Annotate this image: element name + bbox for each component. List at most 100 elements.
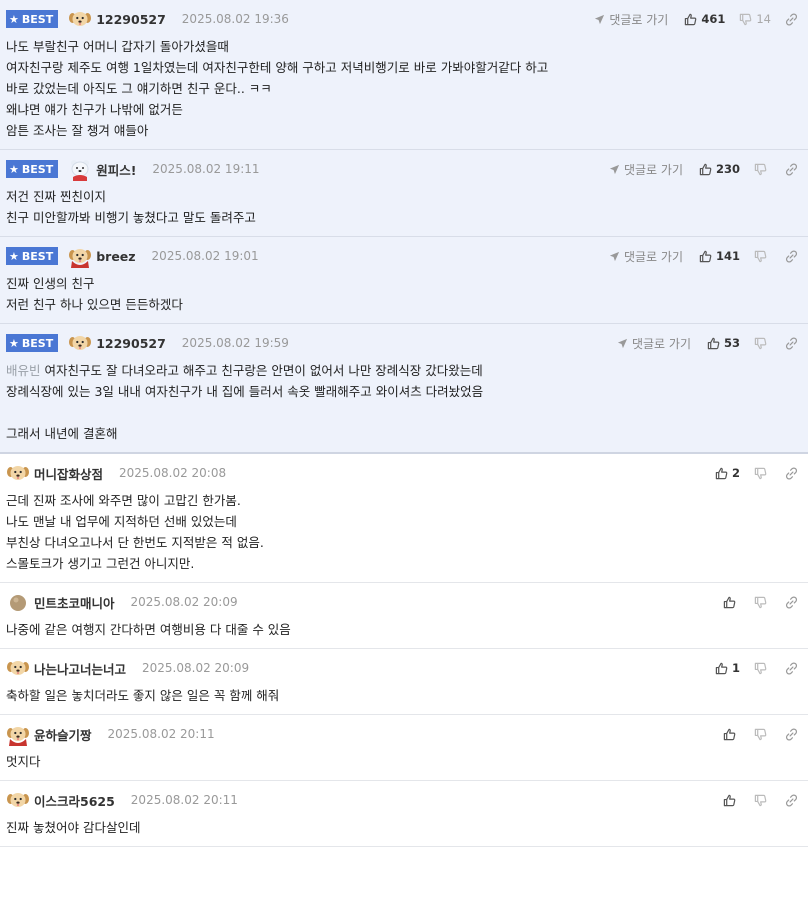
like-count: 461: [701, 12, 726, 26]
share-link-button[interactable]: [785, 595, 798, 609]
reply-link[interactable]: 댓글로 가기: [609, 248, 683, 265]
thumbs-down-icon: [740, 13, 752, 25]
share-link-button[interactable]: [785, 336, 798, 350]
comment-line: 여자친구랑 제주도 여행 1일차였는데 여자친구한테 양해 구하고 저녁비행기로…: [6, 57, 798, 78]
star-icon: ★: [9, 249, 19, 263]
comment-line: 저건 진짜 찐친이지: [6, 186, 798, 207]
like-button[interactable]: [723, 728, 740, 741]
like-button[interactable]: 461: [684, 12, 725, 26]
dislike-button[interactable]: [754, 728, 771, 741]
comment-body: 저건 진짜 찐친이지친구 미안할까봐 비행기 놓쳤다고 말도 돌려주고: [6, 180, 798, 236]
comment-text: 암튼 조사는 잘 챙겨 얘들아: [6, 123, 149, 138]
dislike-button[interactable]: 14: [739, 12, 771, 26]
link-icon: [785, 336, 798, 350]
like-button[interactable]: 141: [699, 249, 740, 263]
thumbs-down-icon: [754, 337, 767, 349]
like-button[interactable]: 1: [715, 661, 740, 675]
nickname[interactable]: 원피스!: [96, 160, 136, 179]
nickname[interactable]: 12290527: [96, 336, 166, 351]
puppy-avatar[interactable]: [68, 331, 92, 355]
comment-line: 배유빈 여자친구도 잘 다녀오라고 해주고 친구랑은 안면이 없어서 나만 장례…: [6, 360, 798, 381]
dislike-button[interactable]: [754, 250, 771, 263]
mention-tag[interactable]: 배유빈: [6, 363, 41, 378]
comment-body: 나중에 같은 여행지 간다하면 여행비용 다 대줄 수 있음: [6, 613, 798, 648]
dislike-button[interactable]: [754, 337, 771, 350]
star-icon: ★: [9, 162, 19, 176]
reply-link[interactable]: 댓글로 가기: [609, 161, 683, 178]
link-icon: [785, 466, 798, 480]
comment-line: 바로 갔었는데 아직도 그 얘기하면 친구 운다.. ㅋㅋ: [6, 78, 798, 99]
like-button[interactable]: 230: [699, 162, 740, 176]
puppy-avatar[interactable]: [6, 788, 30, 812]
caped-puppy-avatar[interactable]: [6, 722, 30, 746]
comment-text: 진짜 인생의 친구: [6, 276, 95, 291]
comment-actions: 댓글로 가기 461 14: [594, 11, 798, 28]
polar-bear-avatar[interactable]: [68, 157, 92, 181]
caped-puppy-avatar[interactable]: [68, 244, 92, 268]
round-avatar[interactable]: [6, 590, 30, 614]
reply-link-label: 댓글로 가기: [623, 162, 683, 177]
best-badge: ★ BEST: [6, 334, 59, 352]
comment-text: [6, 405, 10, 420]
comment-line: 스몰토크가 생기고 그런건 아니지만.: [6, 553, 798, 574]
like-button[interactable]: 2: [715, 466, 740, 480]
comment-text: 바로 갔었는데 아직도 그 얘기하면 친구 운다.. ㅋㅋ: [6, 81, 272, 96]
comment-text: 진짜 놓쳤어야 감다살인데: [6, 820, 141, 835]
comment-header: 이스크라5625 2025.08.02 20:11: [6, 789, 798, 811]
dislike-button[interactable]: [754, 467, 771, 480]
send-arrow-icon: [617, 338, 628, 348]
reply-link[interactable]: 댓글로 가기: [594, 11, 668, 28]
thumbs-up-icon: [715, 467, 728, 479]
share-link-button[interactable]: [785, 661, 798, 675]
comment-text: 친구 미안할까봐 비행기 놓쳤다고 말도 돌려주고: [6, 210, 256, 225]
comment-date: 2025.08.02 19:36: [181, 12, 289, 26]
share-link-button[interactable]: [785, 727, 798, 741]
comment-line: 암튼 조사는 잘 챙겨 얘들아: [6, 120, 798, 141]
comment-item: ★ BEST 12290527 2025.08.02 19:36 댓글로 가기 …: [0, 0, 808, 150]
puppy-avatar[interactable]: [68, 7, 92, 31]
puppy-avatar[interactable]: [6, 656, 30, 680]
comment-header: ★ BEST 12290527 2025.08.02 19:59 댓글로 가기 …: [6, 332, 798, 354]
comment-date: 2025.08.02 19:11: [152, 162, 260, 176]
comment-text: 그래서 내년에 결혼해: [6, 426, 118, 441]
share-link-button[interactable]: [785, 793, 798, 807]
dislike-button[interactable]: [754, 596, 771, 609]
comment-body: 축하할 일은 놓치더라도 좋지 않은 일은 꼭 함께 해줘: [6, 679, 798, 714]
comment-date: 2025.08.02 20:09: [130, 595, 238, 609]
comment-text: 저런 친구 하나 있으면 든든하겠다: [6, 297, 183, 312]
nickname[interactable]: breez: [96, 249, 135, 264]
comment-body: 근데 진짜 조사에 와주면 많이 고맙긴 한가봄. 나도 맨날 내 업무에 지적하…: [6, 484, 798, 582]
nickname[interactable]: 윤하슬기짱: [34, 725, 92, 744]
share-link-button[interactable]: [785, 249, 798, 263]
nickname[interactable]: 12290527: [96, 12, 166, 27]
share-link-button[interactable]: [785, 162, 798, 176]
comment-line: 나도 부랄친구 어머니 갑자기 돌아가셨을때: [6, 36, 798, 57]
nickname[interactable]: 나는나고너는너고: [34, 659, 126, 678]
like-count: 1: [731, 661, 740, 675]
puppy-avatar[interactable]: [6, 461, 30, 485]
reply-link-label: 댓글로 가기: [631, 336, 691, 351]
nickname[interactable]: 머니잡화상점: [34, 464, 103, 483]
share-link-button[interactable]: [785, 466, 798, 480]
thumbs-up-icon: [699, 250, 712, 262]
best-badge: ★ BEST: [6, 10, 59, 28]
reply-link[interactable]: 댓글로 가기: [617, 335, 691, 352]
best-badge-label: BEST: [21, 162, 54, 176]
comment-text: 축하할 일은 놓치더라도 좋지 않은 일은 꼭 함께 해줘: [6, 688, 280, 703]
dislike-button[interactable]: [754, 794, 771, 807]
thumbs-down-icon: [754, 662, 767, 674]
comment-text: 근데 진짜 조사에 와주면 많이 고맙긴 한가봄.: [6, 493, 241, 508]
comment-header: ★ BEST breez 2025.08.02 19:01 댓글로 가기 141: [6, 244, 798, 268]
like-button[interactable]: [723, 596, 740, 609]
like-button[interactable]: [723, 794, 740, 807]
dislike-button[interactable]: [754, 662, 771, 675]
like-button[interactable]: 53: [707, 336, 740, 350]
dislike-button[interactable]: [754, 163, 771, 176]
nickname[interactable]: 이스크라5625: [34, 791, 115, 810]
comment-line: 나도 맨날 내 업무에 지적하던 선배 있었는데: [6, 511, 798, 532]
comment-actions: 댓글로 가기 141: [609, 248, 798, 265]
send-arrow-icon: [595, 14, 605, 24]
comment-actions: 댓글로 가기 230: [609, 161, 798, 178]
share-link-button[interactable]: [785, 12, 798, 26]
nickname[interactable]: 민트초코매니아: [34, 593, 115, 612]
